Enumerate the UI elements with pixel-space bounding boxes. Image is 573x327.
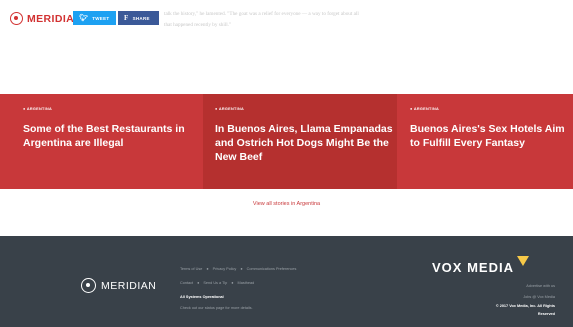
vox-media-logo[interactable]: VOX MEDIA (432, 260, 514, 275)
story-headline[interactable]: Buenos Aires's Sex Hotels Aim to Fulfill… (410, 122, 572, 150)
view-all-link[interactable]: View all stories in Argentina (0, 201, 573, 207)
footer-links-row: Contact ● Send Us a Tip ● Masthead (180, 281, 254, 285)
masthead-link[interactable]: Masthead (238, 281, 255, 285)
top-bar: MERIDIAN 🐦︎ TWEET f SHARE talk the histo… (0, 0, 573, 36)
story-card[interactable]: ● ARGENTINA Some of the Best Restaurants… (0, 94, 203, 189)
meridian-logo-icon (81, 278, 96, 293)
jobs-link[interactable]: Jobs @ Vox Media (523, 295, 555, 299)
separator: ● (231, 281, 234, 285)
terms-link[interactable]: Terms of Use (180, 267, 202, 271)
tweet-button[interactable]: 🐦︎ TWEET (73, 11, 116, 25)
meridian-logo[interactable]: MERIDIAN (10, 12, 82, 25)
system-status[interactable]: All Systems Operational (180, 295, 224, 299)
facebook-icon: f (124, 14, 129, 22)
status-note[interactable]: Check out our status page for more detai… (180, 306, 253, 310)
copyright: Reserved (537, 312, 555, 316)
story-kicker: ● ARGENTINA (215, 107, 245, 111)
story-kicker: ● ARGENTINA (23, 107, 53, 111)
meridian-logo-icon (10, 12, 23, 25)
advertise-link[interactable]: Advertise with us (526, 284, 555, 288)
story-headline[interactable]: Some of the Best Restaurants in Argentin… (23, 122, 198, 150)
vox-media-mark-icon (517, 256, 529, 266)
share-label: SHARE (132, 15, 150, 21)
tweet-label: TWEET (92, 15, 110, 21)
footer-logo-text: MERIDIAN (101, 279, 157, 292)
faded-article-text: that happened recently by shill." (164, 22, 232, 28)
privacy-link[interactable]: Privacy Policy (213, 267, 237, 271)
story-headline[interactable]: In Buenos Aires, Llama Empanadas and Ost… (215, 122, 395, 164)
story-card[interactable]: ● ARGENTINA In Buenos Aires, Llama Empan… (203, 94, 397, 189)
send-tip-link[interactable]: Send Us a Tip (203, 281, 227, 285)
copyright: © 2017 Vox Media, Inc. All Rights (495, 304, 555, 308)
twitter-bird-icon: 🐦︎ (79, 15, 89, 22)
footer-links-row: Terms of Use ● Privacy Policy ● Communicatio… (180, 267, 296, 271)
facebook-share-button[interactable]: f SHARE (118, 11, 159, 25)
separator: ● (240, 267, 243, 271)
preferences-link[interactable]: Communications Preferences (247, 267, 297, 271)
related-stories: ● ARGENTINA Some of the Best Restaurants… (0, 94, 573, 189)
story-kicker: ● ARGENTINA (410, 107, 440, 111)
faded-article-text: talk the history," he lamented. "The goa… (164, 11, 359, 17)
story-card[interactable]: ● ARGENTINA Buenos Aires's Sex Hotels Ai… (397, 94, 573, 189)
footer-meridian-logo[interactable]: MERIDIAN (81, 278, 156, 293)
contact-link[interactable]: Contact (180, 281, 193, 285)
footer: MERIDIAN Terms of Use ● Privacy Policy ● Com… (0, 236, 573, 327)
separator: ● (206, 267, 209, 271)
separator: ● (197, 281, 200, 285)
